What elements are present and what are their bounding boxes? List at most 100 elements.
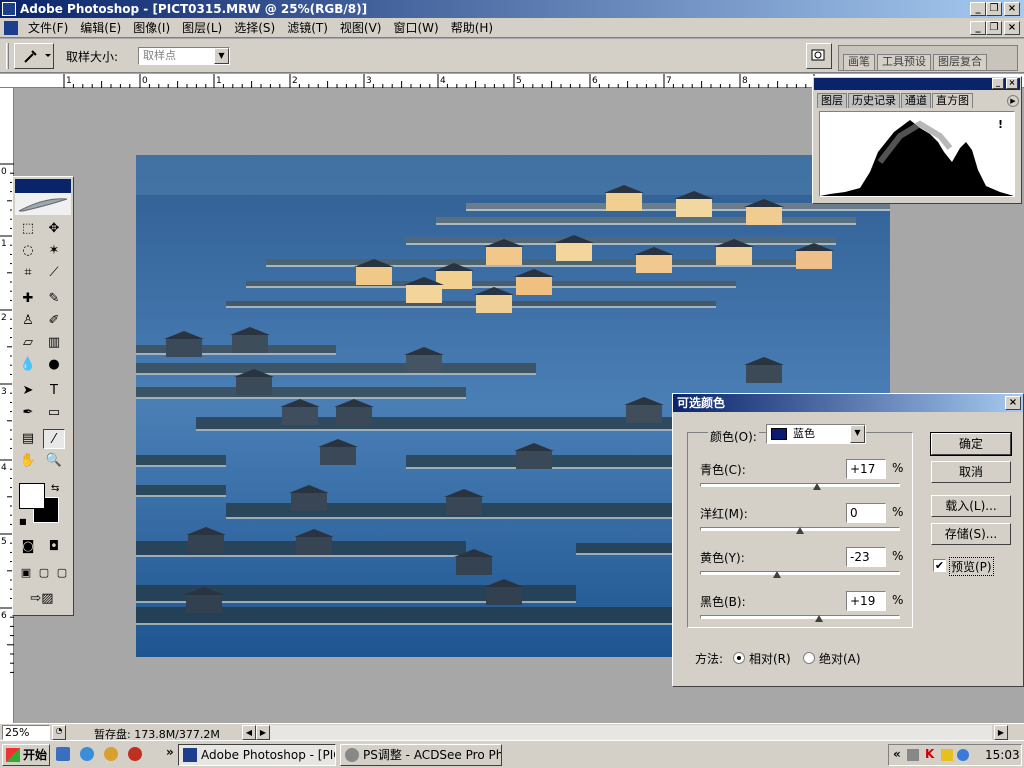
security-alert-icon[interactable] bbox=[941, 749, 953, 761]
dialog-title-bar[interactable]: 可选颜色 × bbox=[673, 394, 1023, 412]
tray-expand-chevron[interactable]: « bbox=[893, 747, 901, 761]
hand-tool-icon[interactable]: ✋ bbox=[17, 451, 39, 471]
menu-item[interactable]: 图层(L) bbox=[176, 18, 228, 38]
toolbox-title-bar[interactable] bbox=[15, 179, 71, 193]
panel-tab[interactable]: 历史记录 bbox=[848, 93, 900, 108]
scroll-right-end-icon[interactable]: ▶ bbox=[994, 725, 1008, 740]
palette-well-button[interactable] bbox=[806, 43, 832, 69]
absolute-radio[interactable] bbox=[803, 652, 815, 664]
show-desktop-icon[interactable] bbox=[56, 747, 70, 761]
menu-item[interactable]: 帮助(H) bbox=[445, 18, 499, 38]
horizontal-scrollbar[interactable] bbox=[270, 725, 992, 740]
cancel-button[interactable]: 取消 bbox=[931, 461, 1011, 483]
slider-value-field[interactable]: -23 bbox=[846, 547, 886, 567]
panel-menu-arrow-icon[interactable]: ▶ bbox=[1007, 95, 1019, 107]
swap-colors-icon[interactable]: ⇆ bbox=[51, 483, 59, 494]
scroll-right-icon[interactable]: ▶ bbox=[256, 725, 270, 740]
palette-well-tab[interactable]: 工具预设 bbox=[877, 54, 931, 70]
full-screen-mode-icon[interactable]: ▢ bbox=[51, 563, 73, 583]
slider-value-field[interactable]: +19 bbox=[846, 591, 886, 611]
magic-wand-tool-icon[interactable]: ✶ bbox=[43, 241, 65, 261]
blur-tool-icon[interactable]: 💧 bbox=[17, 355, 39, 375]
slider-track[interactable] bbox=[700, 615, 900, 619]
status-menu-icon[interactable]: ◔ bbox=[52, 725, 66, 740]
zoom-tool-icon[interactable]: 🔍 bbox=[43, 451, 65, 471]
menu-item[interactable]: 视图(V) bbox=[334, 18, 388, 38]
gradient-tool-icon[interactable]: ▥ bbox=[43, 333, 65, 353]
menu-item[interactable]: 窗口(W) bbox=[387, 18, 444, 38]
panel-title-bar[interactable]: _ × bbox=[814, 78, 1020, 90]
doc-close-button[interactable]: × bbox=[1004, 21, 1020, 35]
slider-value-field[interactable]: 0 bbox=[846, 503, 886, 523]
minimize-button[interactable]: _ bbox=[970, 2, 986, 16]
tray-app-icon[interactable] bbox=[957, 749, 969, 761]
ie-icon[interactable] bbox=[80, 747, 94, 761]
foreground-color-swatch-front[interactable] bbox=[19, 483, 45, 509]
tool-preset-picker[interactable] bbox=[14, 43, 54, 69]
start-button[interactable]: 开始 bbox=[2, 744, 50, 766]
tray-network-icon[interactable] bbox=[907, 749, 919, 761]
preview-checkbox[interactable]: ✔ bbox=[933, 559, 946, 572]
shape-tool-icon[interactable]: ▭ bbox=[43, 403, 65, 423]
options-grip[interactable] bbox=[6, 43, 9, 69]
path-selection-tool-icon[interactable]: ➤ bbox=[17, 381, 39, 401]
menu-item[interactable]: 文件(F) bbox=[22, 18, 74, 38]
panel-tab[interactable]: 通道 bbox=[901, 93, 931, 108]
restore-button[interactable]: ❐ bbox=[986, 2, 1002, 16]
menu-item[interactable]: 滤镜(T) bbox=[281, 18, 334, 38]
slider-track[interactable] bbox=[700, 483, 900, 487]
document-icon[interactable] bbox=[4, 21, 18, 35]
panel-tab[interactable]: 直方图 bbox=[932, 93, 973, 108]
save-button[interactable]: 存储(S)... bbox=[931, 523, 1011, 545]
doc-minimize-button[interactable]: _ bbox=[970, 21, 986, 35]
feather-logo[interactable] bbox=[15, 193, 71, 215]
browser-icon[interactable] bbox=[128, 747, 142, 761]
media-icon[interactable] bbox=[104, 747, 118, 761]
color-select[interactable]: 蓝色 ▼ bbox=[766, 424, 866, 444]
history-brush-tool-icon[interactable]: ✐ bbox=[43, 311, 65, 331]
slice-tool-icon[interactable]: ⟋ bbox=[43, 263, 65, 283]
quick-mask-mode-icon[interactable]: ◘ bbox=[43, 537, 65, 557]
healing-brush-tool-icon[interactable]: ✚ bbox=[17, 289, 39, 309]
menu-item[interactable]: 选择(S) bbox=[228, 18, 281, 38]
load-button[interactable]: 载入(L)... bbox=[931, 495, 1011, 517]
lasso-tool-icon[interactable]: ◌ bbox=[17, 241, 39, 261]
doc-restore-button[interactable]: ❐ bbox=[986, 21, 1002, 35]
relative-radio[interactable] bbox=[733, 652, 745, 664]
panel-minimize-button[interactable]: _ bbox=[992, 78, 1004, 89]
scroll-left-icon[interactable]: ◀ bbox=[242, 725, 256, 740]
clone-stamp-tool-icon[interactable]: ♙ bbox=[17, 311, 39, 331]
jump-to-imageready-icon[interactable]: ⇨▨ bbox=[17, 589, 67, 609]
crop-tool-icon[interactable]: ⌗ bbox=[17, 263, 39, 283]
standard-mode-icon[interactable]: ◙ bbox=[17, 537, 39, 557]
sample-size-select[interactable]: 取样点 ▼ bbox=[138, 47, 230, 65]
slider-thumb[interactable] bbox=[815, 615, 823, 622]
default-colors-icon[interactable]: ■ bbox=[19, 517, 27, 526]
quicklaunch-more-chevron[interactable]: » bbox=[166, 745, 174, 759]
antivirus-icon[interactable]: K bbox=[925, 747, 934, 761]
eyedropper-tool-icon[interactable]: ⁄ bbox=[43, 429, 65, 449]
warning-icon[interactable]: ! bbox=[998, 118, 1003, 131]
type-tool-icon[interactable]: T bbox=[43, 381, 65, 401]
slider-value-field[interactable]: +17 bbox=[846, 459, 886, 479]
close-button[interactable]: × bbox=[1004, 2, 1020, 16]
eraser-tool-icon[interactable]: ▱ bbox=[17, 333, 39, 353]
palette-well-tab[interactable]: 画笔 bbox=[843, 54, 875, 70]
menu-item[interactable]: 图像(I) bbox=[127, 18, 176, 38]
dialog-close-button[interactable]: × bbox=[1005, 396, 1021, 410]
task-acdsee[interactable]: PS调整 - ACDSee Pro Ph... bbox=[340, 744, 502, 766]
panel-close-button[interactable]: × bbox=[1006, 78, 1018, 89]
pen-tool-icon[interactable]: ✒ bbox=[17, 403, 39, 423]
task-photoshop[interactable]: Adobe Photoshop - [PIC... bbox=[178, 744, 336, 766]
marquee-tool-icon[interactable]: ⬚ bbox=[17, 219, 39, 239]
ok-button[interactable]: 确定 bbox=[930, 432, 1012, 456]
brush-tool-icon[interactable]: ✎ bbox=[43, 289, 65, 309]
move-tool-icon[interactable]: ✥ bbox=[43, 219, 65, 239]
menu-item[interactable]: 编辑(E) bbox=[74, 18, 127, 38]
zoom-field[interactable]: 25% bbox=[2, 725, 50, 740]
notes-tool-icon[interactable]: ▤ bbox=[17, 429, 39, 449]
panel-tab[interactable]: 图层 bbox=[817, 93, 847, 108]
slider-thumb[interactable] bbox=[813, 483, 821, 490]
slider-track[interactable] bbox=[700, 571, 900, 575]
slider-thumb[interactable] bbox=[796, 527, 804, 534]
